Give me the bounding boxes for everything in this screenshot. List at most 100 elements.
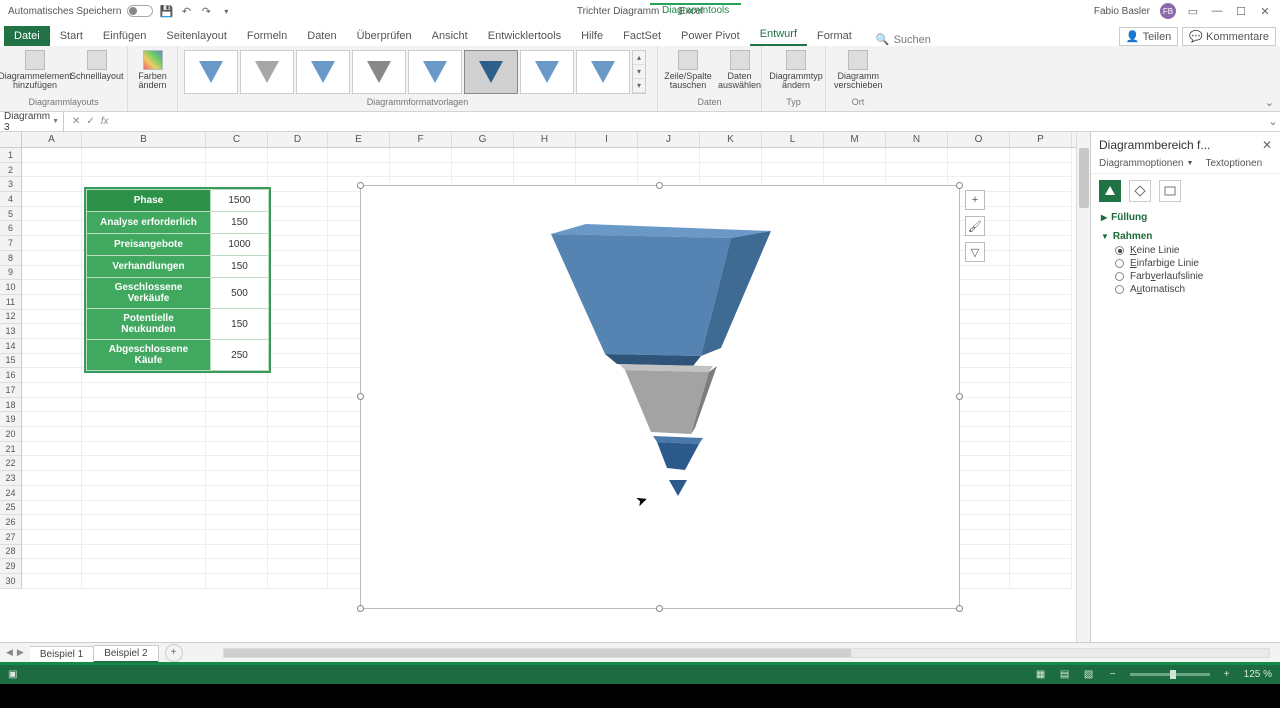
border-opt-solid[interactable]: Einfarbige Linie (1115, 257, 1270, 270)
cell[interactable] (206, 148, 268, 163)
cell[interactable] (82, 559, 206, 574)
row-header[interactable]: 12 (0, 310, 22, 325)
table-value-cell[interactable]: 150 (211, 212, 269, 234)
cell[interactable] (1010, 295, 1072, 310)
col-header[interactable]: N (886, 132, 948, 147)
row-header[interactable]: 7 (0, 236, 22, 251)
cell[interactable] (1010, 266, 1072, 281)
enter-formula-icon[interactable]: ✓ (86, 116, 94, 127)
row-header[interactable]: 14 (0, 339, 22, 354)
cell[interactable] (514, 163, 576, 178)
cell[interactable] (206, 398, 268, 413)
cell[interactable] (638, 163, 700, 178)
cell[interactable] (1010, 192, 1072, 207)
table-phase-cell[interactable]: Verhandlungen (87, 256, 211, 278)
section-fill[interactable]: ▶Füllung (1101, 212, 1270, 223)
page-break-view-icon[interactable]: ▧ (1082, 668, 1096, 682)
redo-icon[interactable]: ↷ (199, 4, 213, 18)
cell[interactable] (268, 324, 328, 339)
cell[interactable] (268, 383, 328, 398)
resize-handle[interactable] (357, 393, 364, 400)
cell[interactable] (82, 486, 206, 501)
cell[interactable] (1010, 354, 1072, 369)
cell[interactable] (948, 163, 1010, 178)
row-header[interactable]: 18 (0, 398, 22, 413)
cell[interactable] (268, 207, 328, 222)
cancel-formula-icon[interactable]: ✕ (72, 116, 80, 127)
tab-developer[interactable]: Entwicklertools (478, 26, 571, 46)
cell[interactable] (700, 163, 762, 178)
cell[interactable] (268, 295, 328, 310)
resize-handle[interactable] (956, 182, 963, 189)
cell[interactable] (268, 251, 328, 266)
zoom-out-icon[interactable]: − (1106, 668, 1120, 682)
tab-help[interactable]: Hilfe (571, 26, 613, 46)
cell[interactable] (22, 324, 82, 339)
cell[interactable] (1010, 324, 1072, 339)
sheet-nav-prev-icon[interactable]: ◀ (6, 647, 13, 658)
cell[interactable] (22, 177, 82, 192)
cell[interactable] (22, 530, 82, 545)
sheet-nav-next-icon[interactable]: ▶ (17, 647, 24, 658)
cell[interactable] (82, 530, 206, 545)
maximize-icon[interactable]: ☐ (1234, 4, 1248, 18)
cell[interactable] (268, 486, 328, 501)
cell[interactable] (1010, 177, 1072, 192)
autosave-toggle[interactable] (127, 5, 153, 17)
cell[interactable] (22, 280, 82, 295)
cell[interactable] (22, 471, 82, 486)
record-macro-icon[interactable]: ▣ (8, 669, 17, 680)
effects-icon[interactable] (1129, 180, 1151, 202)
size-properties-icon[interactable] (1159, 180, 1181, 202)
ribbon-display-icon[interactable]: ▭ (1186, 4, 1200, 18)
cell[interactable] (948, 148, 1010, 163)
cell[interactable] (82, 456, 206, 471)
cell[interactable] (22, 383, 82, 398)
cell[interactable] (206, 163, 268, 178)
cell[interactable] (824, 148, 886, 163)
col-header[interactable]: E (328, 132, 390, 147)
cell[interactable] (328, 163, 390, 178)
cell[interactable] (22, 545, 82, 560)
cell[interactable] (1010, 559, 1072, 574)
tab-factset[interactable]: FactSet (613, 26, 671, 46)
cell[interactable] (1010, 148, 1072, 163)
col-header[interactable]: A (22, 132, 82, 147)
cell[interactable] (82, 427, 206, 442)
cell[interactable] (22, 266, 82, 281)
cell[interactable] (22, 251, 82, 266)
cell[interactable] (206, 515, 268, 530)
row-header[interactable]: 5 (0, 207, 22, 222)
cell[interactable] (22, 163, 82, 178)
search-label[interactable]: Suchen (894, 34, 931, 46)
col-header[interactable]: P (1010, 132, 1072, 147)
cell[interactable] (206, 383, 268, 398)
row-header[interactable]: 9 (0, 266, 22, 281)
tab-start[interactable]: Start (50, 26, 93, 46)
row-header[interactable]: 26 (0, 515, 22, 530)
cell[interactable] (22, 442, 82, 457)
cell[interactable] (206, 427, 268, 442)
user-avatar[interactable]: FB (1160, 3, 1176, 19)
chart-style-5[interactable] (408, 50, 462, 94)
cell[interactable] (1010, 427, 1072, 442)
cell[interactable] (22, 398, 82, 413)
row-header[interactable]: 15 (0, 354, 22, 369)
chart-style-4[interactable] (352, 50, 406, 94)
cell[interactable] (1010, 456, 1072, 471)
cell[interactable] (1010, 530, 1072, 545)
col-header[interactable]: M (824, 132, 886, 147)
chart-elements-button[interactable]: + (965, 190, 985, 210)
cell[interactable] (328, 148, 390, 163)
row-header[interactable]: 17 (0, 383, 22, 398)
cell[interactable] (1010, 310, 1072, 325)
table-value-cell[interactable]: 250 (211, 340, 269, 371)
cell[interactable] (82, 383, 206, 398)
cell[interactable] (514, 148, 576, 163)
row-header[interactable]: 11 (0, 295, 22, 310)
fill-line-icon[interactable] (1099, 180, 1121, 202)
chart-filters-button[interactable]: ▽ (965, 242, 985, 262)
cell[interactable] (206, 559, 268, 574)
cell[interactable] (22, 192, 82, 207)
cell[interactable] (1010, 486, 1072, 501)
